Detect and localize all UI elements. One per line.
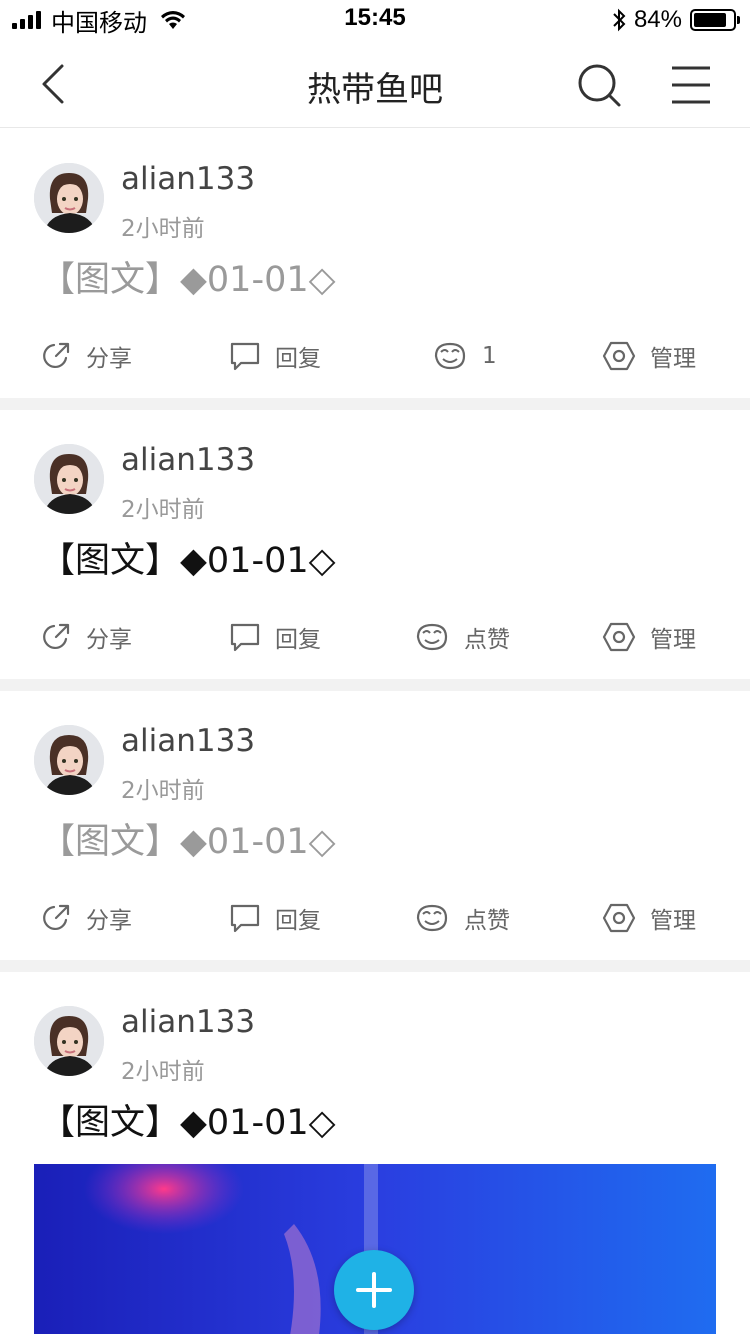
bluetooth-icon	[613, 8, 626, 32]
avatar[interactable]	[34, 725, 104, 795]
page-title: 热带鱼吧	[307, 70, 443, 110]
comment-icon	[230, 904, 260, 933]
avatar[interactable]	[34, 444, 104, 514]
new-post-button[interactable]	[334, 1250, 414, 1330]
reply-button[interactable]: 回复	[229, 612, 321, 662]
avatar[interactable]	[34, 1006, 104, 1076]
post-time: 2小时前	[121, 778, 205, 804]
share-icon	[43, 904, 70, 930]
reply-label: 回复	[275, 346, 321, 372]
post-title[interactable]: 【图文】◆01-01◇	[40, 813, 336, 864]
manage-button[interactable]: 管理	[602, 893, 696, 943]
like-label: 点赞	[464, 627, 510, 653]
post-time: 2小时前	[121, 216, 205, 242]
status-bar: 中国移动 15:45 84%	[0, 0, 750, 40]
reply-button[interactable]: 回复	[229, 331, 321, 381]
post-card[interactable]: alian133 2小时前 【图文】◆01-01◇ 分享 回复	[0, 691, 750, 972]
manage-button[interactable]: 管理	[602, 331, 696, 381]
reply-label: 回复	[275, 908, 321, 934]
share-label: 分享	[86, 908, 132, 934]
share-icon	[43, 342, 70, 368]
share-label: 分享	[86, 346, 132, 372]
manage-button[interactable]: 管理	[602, 612, 696, 662]
user-avatar-image	[34, 725, 104, 795]
like-count: 1	[482, 343, 497, 369]
like-button[interactable]: 点赞	[414, 893, 510, 943]
post-time: 2小时前	[121, 497, 205, 523]
like-label: 点赞	[464, 908, 510, 934]
post-time: 2小时前	[121, 1059, 205, 1085]
search-icon[interactable]	[574, 60, 624, 110]
post-title[interactable]: 【图文】◆01-01◇	[40, 251, 336, 302]
manage-label: 管理	[650, 908, 696, 934]
reply-button[interactable]: 回复	[229, 893, 321, 943]
thumbs-up-icon	[434, 342, 466, 370]
user-avatar-image	[34, 1006, 104, 1076]
post-card[interactable]: alian133 2小时前 【图文】◆01-01◇ 分享 回复	[0, 410, 750, 691]
thumbs-up-icon	[416, 904, 448, 932]
post-actions: 分享 回复 点赞 管理	[0, 893, 750, 943]
post-actions: 分享 回复 1 管理	[0, 331, 750, 381]
battery-level	[694, 13, 726, 27]
share-label: 分享	[86, 627, 132, 653]
post-title[interactable]: 【图文】◆01-01◇	[40, 532, 336, 583]
username[interactable]: alian133	[121, 442, 255, 478]
comment-icon	[230, 623, 260, 652]
settings-hexagon-icon	[602, 622, 636, 652]
reply-label: 回复	[275, 627, 321, 653]
share-button[interactable]: 分享	[40, 612, 132, 662]
user-avatar-image	[34, 163, 104, 233]
manage-label: 管理	[650, 346, 696, 372]
menu-icon[interactable]	[668, 62, 714, 108]
thumbs-up-icon	[416, 623, 448, 651]
post-card[interactable]: alian133 2小时前 【图文】◆01-01◇ 分享 回复	[0, 129, 750, 410]
battery-percent: 84%	[633, 6, 682, 33]
post-title[interactable]: 【图文】◆01-01◇	[40, 1094, 336, 1145]
battery-icon	[690, 9, 740, 31]
post-feed: alian133 2小时前 【图文】◆01-01◇ 分享 回复 1 管理 ali…	[0, 129, 750, 1334]
share-button[interactable]: 分享	[40, 893, 132, 943]
username[interactable]: alian133	[121, 1004, 255, 1040]
post-actions: 分享 回复 点赞 管理	[0, 612, 750, 662]
manage-label: 管理	[650, 627, 696, 653]
like-button[interactable]: 点赞	[414, 612, 510, 662]
share-icon	[43, 623, 70, 649]
settings-hexagon-icon	[602, 341, 636, 371]
share-button[interactable]: 分享	[40, 331, 132, 381]
avatar[interactable]	[34, 163, 104, 233]
like-button[interactable]: 1	[432, 331, 497, 381]
user-avatar-image	[34, 444, 104, 514]
username[interactable]: alian133	[121, 723, 255, 759]
plus-icon	[356, 1272, 392, 1308]
comment-icon	[230, 342, 260, 371]
nav-bar: 热带鱼吧	[0, 40, 750, 128]
username[interactable]: alian133	[121, 161, 255, 197]
settings-hexagon-icon	[602, 903, 636, 933]
